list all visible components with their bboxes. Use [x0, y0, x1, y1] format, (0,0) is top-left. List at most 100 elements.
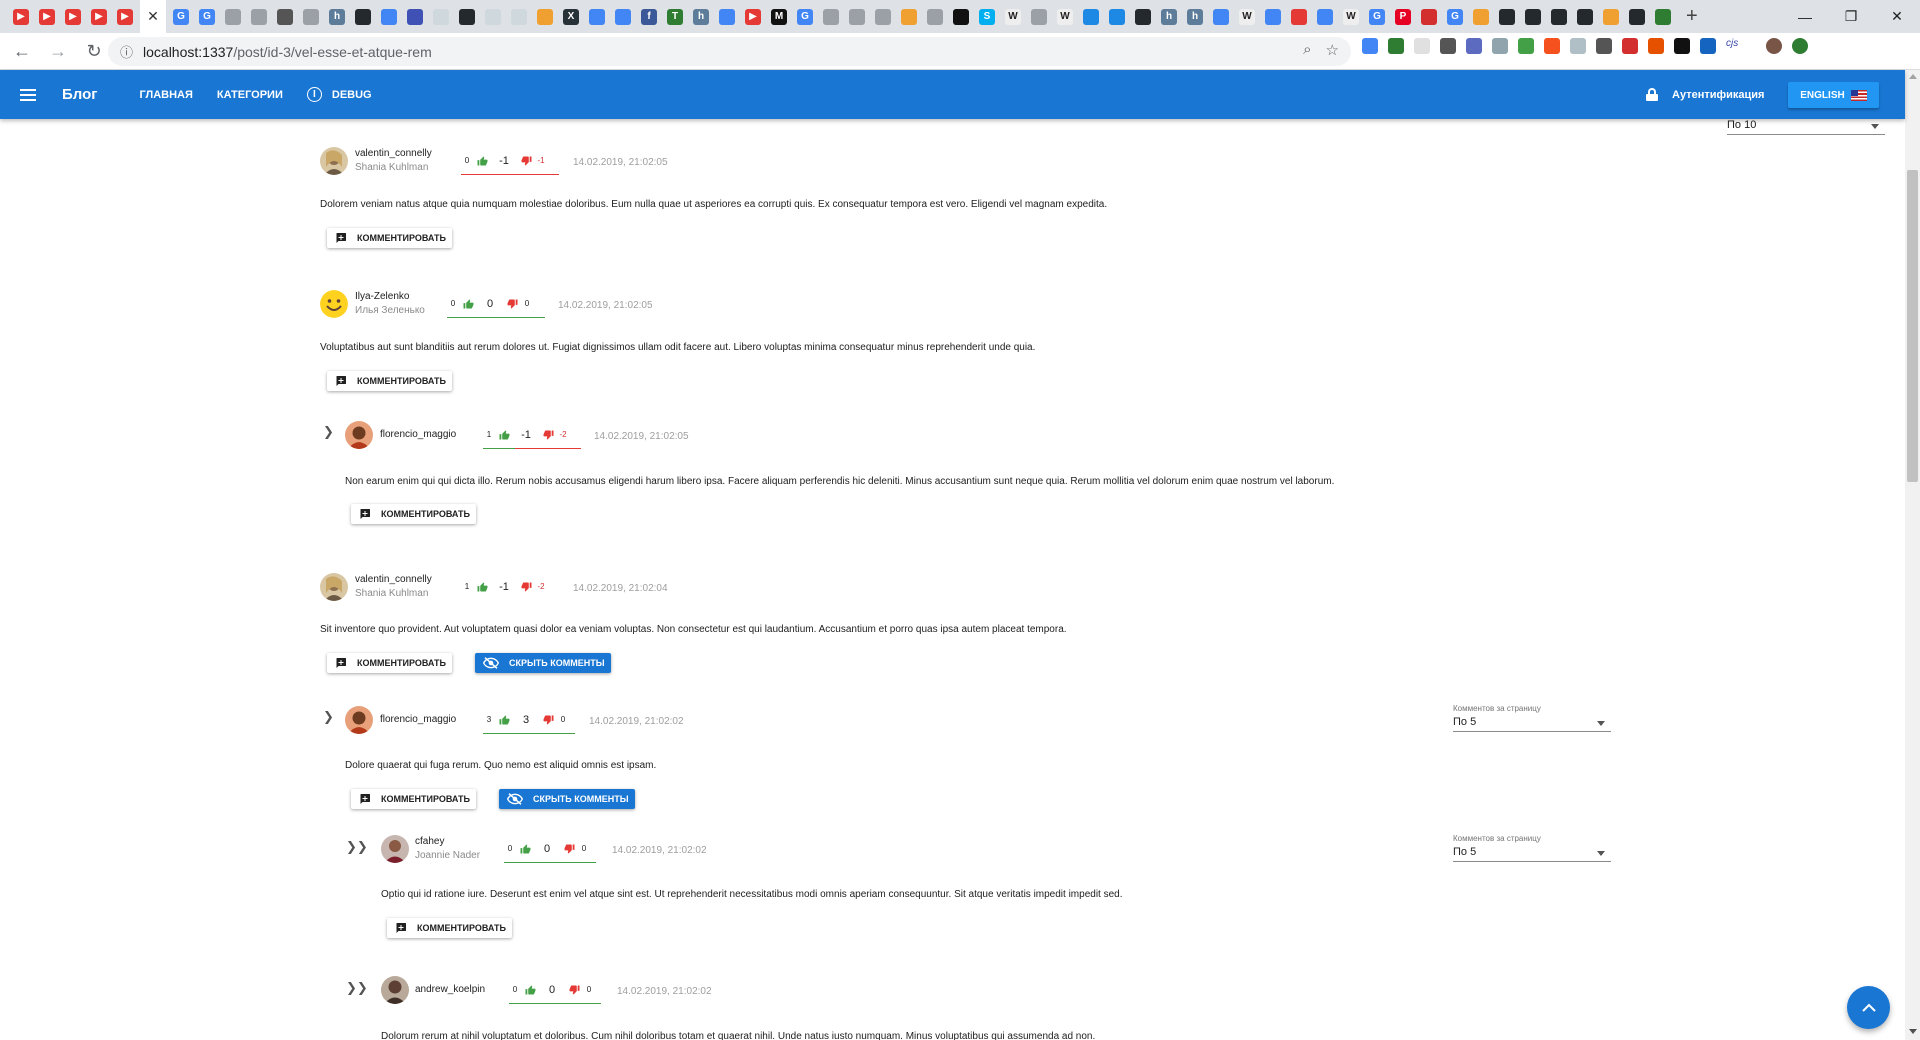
- page-tab-icon[interactable]: [251, 8, 267, 25]
- adblock-extension-icon[interactable]: [1622, 38, 1638, 54]
- page-tab-icon[interactable]: [1603, 8, 1619, 25]
- youtube-tab-icon[interactable]: ▶: [13, 8, 29, 25]
- x-tab-icon[interactable]: X: [563, 8, 579, 25]
- extension-icon[interactable]: [1492, 38, 1508, 54]
- hashnode-tab-icon[interactable]: h: [693, 8, 709, 25]
- avatar[interactable]: [320, 573, 348, 601]
- perpage-value-box[interactable]: По 5: [1453, 846, 1611, 862]
- thumb-up-icon[interactable]: [495, 429, 513, 440]
- chevron-right-icon[interactable]: ❯: [323, 424, 334, 440]
- extension-icon[interactable]: [1674, 38, 1690, 54]
- google-tab-icon[interactable]: G: [199, 8, 215, 25]
- reply-button[interactable]: Комментировать: [351, 504, 476, 524]
- double-chevron-right-icon[interactable]: ❯❯: [346, 980, 368, 996]
- thumb-up-icon[interactable]: [473, 581, 491, 592]
- youtube-tab-icon[interactable]: ▶: [91, 8, 107, 25]
- scroll-up-arrow-icon[interactable]: [1909, 74, 1917, 79]
- youtube-tab-icon[interactable]: ▶: [117, 8, 133, 25]
- double-chevron-right-icon[interactable]: ❯❯: [346, 839, 368, 855]
- replies-perpage-select[interactable]: Комментов за страницу По 5: [1453, 704, 1611, 732]
- extension-icon[interactable]: [1648, 38, 1664, 54]
- hashnode-tab-icon[interactable]: h: [1161, 8, 1177, 25]
- page-tab-icon[interactable]: [303, 8, 319, 25]
- thumb-down-icon[interactable]: [517, 581, 535, 592]
- page-tab-icon[interactable]: T: [667, 8, 683, 25]
- page-tab-icon[interactable]: [485, 8, 501, 25]
- google-tab-icon[interactable]: G: [1369, 8, 1385, 25]
- github-tab-icon[interactable]: [355, 8, 371, 25]
- nav-categories[interactable]: Категории: [217, 89, 283, 101]
- language-button[interactable]: English: [1788, 82, 1879, 108]
- page-tab-icon[interactable]: [849, 8, 865, 25]
- site-info-icon[interactable]: ⓘ: [120, 42, 133, 61]
- page-tab-icon[interactable]: [433, 8, 449, 25]
- page-tab-icon[interactable]: [381, 8, 397, 25]
- page-tab-icon[interactable]: [225, 8, 241, 25]
- thumb-up-icon[interactable]: [459, 298, 477, 309]
- reload-icon[interactable]: ↻: [80, 37, 108, 65]
- wikipedia-tab-icon[interactable]: W: [1343, 8, 1359, 25]
- page-tab-icon[interactable]: [927, 8, 943, 25]
- docs-tab-icon[interactable]: [589, 8, 605, 25]
- page-tab-icon[interactable]: [901, 8, 917, 25]
- page-tab-icon[interactable]: [537, 8, 553, 25]
- page-tab-icon[interactable]: [1473, 8, 1489, 25]
- avatar[interactable]: [320, 290, 348, 318]
- top-perpage-select[interactable]: По 10: [1727, 119, 1885, 135]
- extension-icon[interactable]: [1700, 38, 1716, 54]
- translate-extension-icon[interactable]: [1362, 38, 1378, 54]
- skype-tab-icon[interactable]: S: [979, 8, 995, 25]
- page-tab-icon[interactable]: [1421, 8, 1437, 25]
- back-arrow-icon[interactable]: ←: [8, 37, 36, 65]
- comment-username[interactable]: florencio_maggio: [380, 429, 456, 440]
- menu-icon[interactable]: [20, 88, 36, 101]
- page-scrollbar[interactable]: [1905, 70, 1920, 1040]
- youtube-tab-icon[interactable]: ▶: [65, 8, 81, 25]
- hide-comments-button[interactable]: Скрыть комменты: [475, 653, 611, 673]
- google-tab-icon[interactable]: G: [797, 8, 813, 25]
- youtube-tab-icon[interactable]: ▶: [745, 8, 761, 25]
- thumb-up-icon[interactable]: [495, 714, 513, 725]
- github-tab-icon[interactable]: [1135, 8, 1151, 25]
- avatar[interactable]: [345, 421, 373, 449]
- new-tab-plus-icon[interactable]: +: [1686, 5, 1698, 28]
- github-tab-icon[interactable]: [1577, 8, 1593, 25]
- translate-tab-icon[interactable]: [1213, 8, 1229, 25]
- thumb-down-icon[interactable]: [539, 714, 557, 725]
- hashnode-tab-icon[interactable]: h: [1187, 8, 1203, 25]
- url-text[interactable]: localhost:1337/post/id-3/vel-esse-et-atq…: [143, 44, 432, 60]
- comment-username[interactable]: valentin_connelly: [355, 148, 432, 159]
- scroll-to-top-button[interactable]: [1847, 986, 1890, 1029]
- wikipedia-tab-icon[interactable]: W: [1057, 8, 1073, 25]
- scroll-down-arrow-icon[interactable]: [1909, 1029, 1917, 1034]
- reply-button[interactable]: Комментировать: [387, 918, 512, 938]
- gear-extension-icon[interactable]: [1440, 38, 1456, 54]
- page-tab-icon[interactable]: [407, 8, 423, 25]
- translate-tab-icon[interactable]: [1265, 8, 1281, 25]
- page-tab-icon[interactable]: [1083, 8, 1099, 25]
- reply-button[interactable]: Комментировать: [351, 789, 476, 809]
- auth-button[interactable]: Аутентификация: [1646, 88, 1764, 101]
- active-tab-close-icon[interactable]: ✕: [140, 0, 166, 33]
- github-tab-icon[interactable]: [1629, 8, 1645, 25]
- thumb-up-icon[interactable]: [521, 984, 539, 995]
- avatar[interactable]: [320, 147, 348, 175]
- perpage-value-box[interactable]: По 5: [1453, 716, 1611, 732]
- avatar[interactable]: [381, 835, 409, 863]
- page-tab-icon[interactable]: [1655, 8, 1671, 25]
- cjs-extension-icon[interactable]: cjs: [1726, 38, 1742, 54]
- update-icon[interactable]: [1792, 38, 1808, 54]
- brand-title[interactable]: Блог: [62, 86, 98, 103]
- thumb-down-icon[interactable]: [517, 155, 535, 166]
- translate-tab-icon[interactable]: [719, 8, 735, 25]
- github-tab-icon[interactable]: [1525, 8, 1541, 25]
- google-tab-icon[interactable]: G: [173, 8, 189, 25]
- nav-home[interactable]: Главная: [140, 89, 193, 101]
- reply-button[interactable]: Комментировать: [327, 228, 452, 248]
- page-tab-icon[interactable]: [1031, 8, 1047, 25]
- comment-username[interactable]: valentin_connelly: [355, 574, 432, 585]
- forward-arrow-icon[interactable]: →: [44, 37, 72, 65]
- page-tab-icon[interactable]: [953, 8, 969, 25]
- zoom-search-icon[interactable]: ⌕: [1303, 41, 1311, 59]
- comment-username[interactable]: andrew_koelpin: [415, 984, 485, 995]
